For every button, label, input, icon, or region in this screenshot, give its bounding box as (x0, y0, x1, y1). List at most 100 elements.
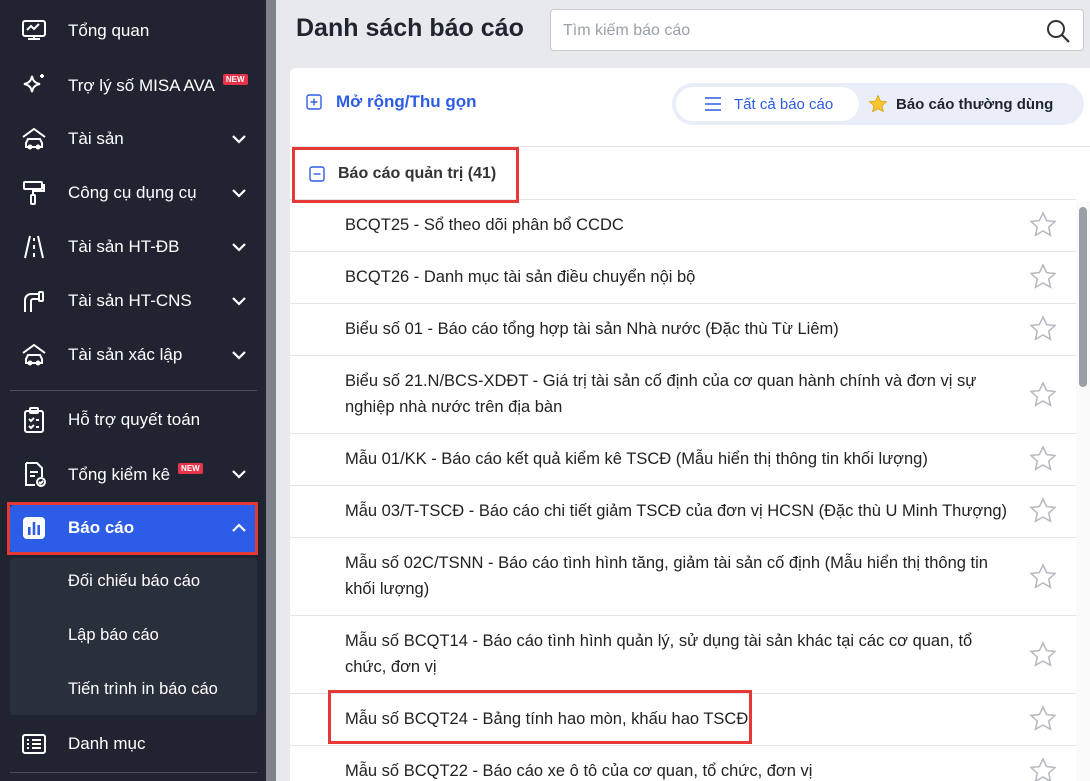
monitor-chart-icon (20, 17, 48, 45)
chevron-down-icon[interactable] (228, 128, 250, 150)
nav-label: Hỗ trợ quyết toán (68, 410, 201, 429)
minus-square-icon[interactable] (309, 166, 325, 182)
report-title: Mẫu số BCQT22 - Báo cáo xe ô tô của cơ q… (345, 762, 813, 780)
report-title: BCQT26 - Danh mục tài sản điều chuyển nộ… (345, 268, 696, 286)
report-row[interactable]: Mẫu số 02C/TSNN - Báo cáo tình hình tăng… (290, 538, 1076, 616)
tab-label: Báo cáo thường dùng (896, 95, 1054, 113)
report-row[interactable]: BCQT26 - Danh mục tài sản điều chuyển nộ… (290, 252, 1076, 304)
nav-label: Công cụ dụng cụ (68, 183, 197, 202)
star-outline-icon[interactable] (1028, 314, 1058, 344)
tab-all-reports[interactable]: Tất cả báo cáo (676, 87, 859, 121)
star-filled-icon (868, 94, 888, 113)
report-title: Mẫu số BCQT24 - Bảng tính hao mòn, khấu … (345, 710, 749, 728)
nav-item-misa-ava[interactable]: Trợ lý số MISA AVA NEW (0, 58, 266, 112)
submenu-item-create[interactable]: Lập báo cáo (68, 626, 159, 645)
nav-item-assets[interactable]: Tài sản (0, 112, 266, 166)
star-outline-icon[interactable] (1028, 640, 1058, 670)
search-input[interactable] (563, 19, 1033, 43)
star-outline-icon[interactable] (1028, 704, 1058, 734)
report-list-scrollbar[interactable] (1076, 201, 1090, 781)
tab-label: Tất cả báo cáo (734, 95, 834, 113)
expand-collapse-button[interactable]: Mở rộng/Thu gọn (306, 92, 477, 112)
nav-item-catalog[interactable]: Danh mục (0, 717, 266, 771)
sparkle-icon (20, 71, 48, 99)
star-outline-icon[interactable] (1028, 496, 1058, 526)
report-row[interactable]: Mẫu số BCQT14 - Báo cáo tình hình quản l… (290, 616, 1076, 694)
nav-label: Tổng quan (68, 21, 150, 40)
report-row[interactable]: Mẫu số BCQT22 - Báo cáo xe ô tô của cơ q… (290, 746, 1076, 781)
report-row[interactable]: Mẫu số BCQT24 - Bảng tính hao mòn, khấu … (290, 694, 1076, 746)
nav-label: Tài sản HT-ĐB (68, 237, 180, 256)
star-outline-icon[interactable] (1028, 756, 1058, 781)
nav-label: Tài sản HT-CNS (68, 291, 192, 310)
sidebar-divider (10, 772, 257, 773)
clipboard-check-icon (20, 406, 48, 434)
bar-chart-icon (20, 514, 48, 542)
chevron-down-icon[interactable] (228, 463, 250, 485)
car-house-icon (20, 125, 48, 153)
nav-item-settlement[interactable]: Hỗ trợ quyết toán (0, 393, 266, 447)
search-icon[interactable] (1045, 18, 1071, 44)
new-badge: NEW (222, 74, 248, 85)
chevron-down-icon[interactable] (228, 182, 250, 204)
report-title: Mẫu số BCQT14 - Báo cáo tình hình quản l… (345, 632, 973, 676)
star-outline-icon[interactable] (1028, 562, 1058, 592)
sidebar: Tổng quan Trợ lý số MISA AVA NEW Tài sản … (0, 0, 266, 781)
report-row[interactable]: Biểu số 21.N/BCS-XDĐT - Giá trị tài sản … (290, 356, 1076, 434)
nav-label: Danh mục (68, 734, 146, 753)
reports-submenu: Đối chiếu báo cáo Lập báo cáo Tiến trình… (10, 558, 257, 715)
nav-item-reports[interactable]: Báo cáo (0, 501, 266, 555)
star-outline-icon[interactable] (1028, 262, 1058, 292)
nav-item-established-assets[interactable]: Tài sản xác lập (0, 328, 266, 382)
nav-label: Tổng kiểm kê (68, 465, 171, 484)
nav-item-overview[interactable]: Tổng quan (0, 4, 266, 58)
star-outline-icon[interactable] (1028, 444, 1058, 474)
sidebar-divider (10, 390, 257, 391)
submenu-item-reconcile[interactable]: Đối chiếu báo cáo (68, 572, 200, 591)
car-house-icon (20, 341, 48, 369)
sidebar-scrollbar[interactable] (266, 0, 276, 781)
nav-item-inventory[interactable]: Tổng kiểm kê NEW (0, 447, 266, 501)
road-icon (20, 233, 48, 261)
nav-item-tools[interactable]: Công cụ dụng cụ (0, 166, 266, 220)
search-box (550, 9, 1084, 51)
page-title: Danh sách báo cáo (296, 14, 524, 42)
report-toolbar: Mở rộng/Thu gọn Tất cả báo cáo Báo cáo t… (290, 68, 1090, 147)
paint-roller-icon (20, 179, 48, 207)
report-title: Mẫu 01/KK - Báo cáo kết quả kiểm kê TSCĐ… (345, 450, 928, 468)
nav-label: Tài sản (68, 129, 124, 148)
nav-label: Trợ lý số MISA AVA (68, 76, 215, 95)
report-title: Mẫu 03/T-TSCĐ - Báo cáo chi tiết giảm TS… (345, 502, 1008, 520)
nav-item-water-assets[interactable]: Tài sản HT-CNS (0, 274, 266, 328)
report-group-header[interactable]: Báo cáo quản trị (41) (290, 148, 1076, 200)
report-row[interactable]: Mẫu 01/KK - Báo cáo kết quả kiểm kê TSCĐ… (290, 434, 1076, 486)
water-pipe-icon (20, 287, 48, 315)
report-panel: Mở rộng/Thu gọn Tất cả báo cáo Báo cáo t… (290, 68, 1090, 781)
chevron-down-icon[interactable] (228, 290, 250, 312)
nav-label: Báo cáo (68, 518, 135, 537)
nav-label: Tài sản xác lập (68, 345, 183, 364)
plus-square-icon (306, 94, 322, 110)
tab-favorite-reports[interactable]: Báo cáo thường dùng (868, 87, 1068, 121)
star-outline-icon[interactable] (1028, 380, 1058, 410)
scrollbar-thumb[interactable] (1079, 207, 1087, 387)
chevron-down-icon[interactable] (228, 236, 250, 258)
expand-collapse-label: Mở rộng/Thu gọn (336, 92, 477, 111)
report-filter-tabs: Tất cả báo cáo Báo cáo thường dùng (672, 83, 1084, 125)
report-title: Biểu số 21.N/BCS-XDĐT - Giá trị tài sản … (345, 372, 977, 416)
chevron-down-icon[interactable] (228, 344, 250, 366)
group-label: Báo cáo quản trị (41) (338, 164, 497, 182)
report-row[interactable]: Biểu số 01 - Báo cáo tổng hợp tài sản Nh… (290, 304, 1076, 356)
report-row[interactable]: BCQT25 - Sổ theo dõi phân bổ CCDC (290, 200, 1076, 252)
document-check-icon (20, 460, 48, 488)
chevron-up-icon[interactable] (228, 517, 250, 539)
menu-icon (705, 97, 721, 111)
report-row[interactable]: Mẫu 03/T-TSCĐ - Báo cáo chi tiết giảm TS… (290, 486, 1076, 538)
submenu-item-print-progress[interactable]: Tiến trình in báo cáo (68, 680, 218, 699)
report-title: Biểu số 01 - Báo cáo tổng hợp tài sản Nh… (345, 320, 839, 338)
report-title: BCQT25 - Sổ theo dõi phân bổ CCDC (345, 216, 624, 234)
star-outline-icon[interactable] (1028, 210, 1058, 240)
nav-item-road-assets[interactable]: Tài sản HT-ĐB (0, 220, 266, 274)
new-badge: NEW (178, 463, 203, 474)
report-title: Mẫu số 02C/TSNN - Báo cáo tình hình tăng… (345, 554, 988, 598)
